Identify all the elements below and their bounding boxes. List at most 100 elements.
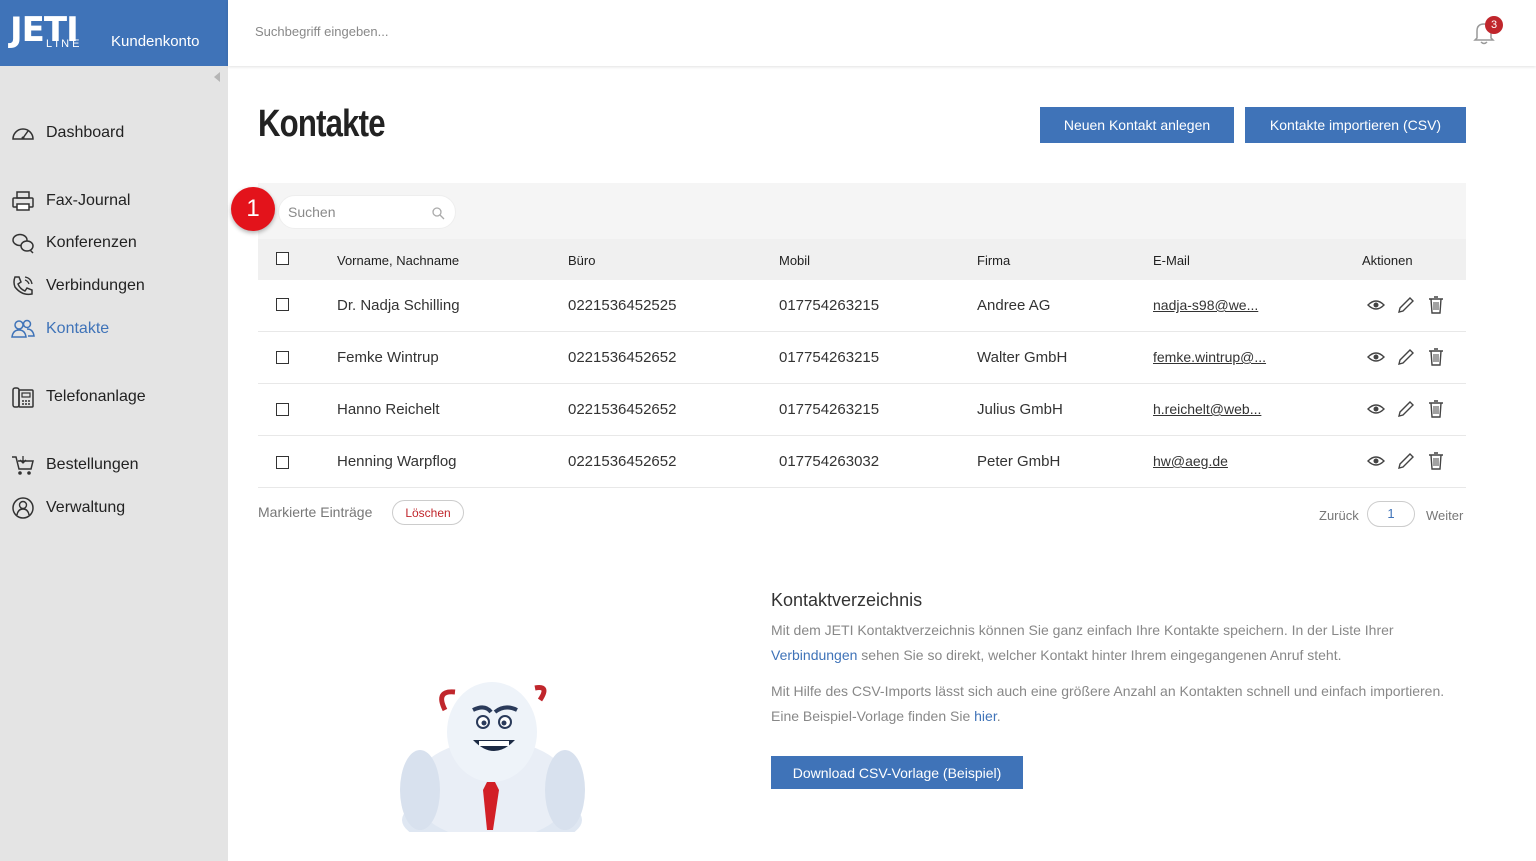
trash-icon[interactable] xyxy=(1426,295,1446,315)
desk-phone-icon xyxy=(12,387,34,408)
eye-icon[interactable] xyxy=(1366,347,1386,367)
info-paragraph-2: Mit Hilfe des CSV-Imports lässt sich auc… xyxy=(771,679,1471,729)
email-link[interactable]: hw@aeg.de xyxy=(1153,453,1228,469)
email-link[interactable]: nadja-s98@we... xyxy=(1153,297,1258,313)
column-header-actions: Aktionen xyxy=(1362,253,1413,268)
logo-subtext: LINE xyxy=(46,38,83,50)
jeti-logo: JETI LINE xyxy=(10,12,100,52)
sidebar-item-kontakte[interactable]: Kontakte xyxy=(10,316,109,342)
email-link[interactable]: femke.wintrup@... xyxy=(1153,349,1266,365)
company-name: Walter GmbH xyxy=(977,349,1068,366)
sidebar-item-konferenzen[interactable]: Konferenzen xyxy=(10,230,137,256)
pencil-icon[interactable] xyxy=(1396,399,1416,419)
column-header-mobile[interactable]: Mobil xyxy=(779,253,810,268)
top-bar: 3 xyxy=(228,0,1536,66)
office-number: 0221536452652 xyxy=(568,349,677,366)
sidebar-item-label: Bestellungen xyxy=(46,456,139,473)
table-row[interactable]: Dr. Nadja Schilling 0221536452525 017754… xyxy=(258,280,1466,332)
info-text: Mit dem JETI Kontaktverzeichnis können S… xyxy=(771,622,1394,638)
sidebar-item-verbindungen[interactable]: Verbindungen xyxy=(10,273,145,299)
table-search-input[interactable] xyxy=(288,204,428,220)
verbindungen-link[interactable]: Verbindungen xyxy=(771,647,857,663)
search-icon[interactable] xyxy=(431,206,445,220)
column-header-company[interactable]: Firma xyxy=(977,253,1010,268)
import-contacts-button[interactable]: Kontakte importieren (CSV) xyxy=(1245,107,1466,143)
sidebar-item-label: Kontakte xyxy=(46,320,110,337)
mobile-number: 017754263215 xyxy=(779,349,880,366)
mobile-number: 017754263215 xyxy=(779,297,880,314)
contact-name: Femke Wintrup xyxy=(337,349,439,366)
contact-name: Henning Warpflog xyxy=(337,453,457,470)
cart-icon xyxy=(12,456,34,475)
office-number: 0221536452652 xyxy=(568,401,677,418)
info-paragraph-1: Mit dem JETI Kontaktverzeichnis können S… xyxy=(771,618,1471,668)
contact-name: Hanno Reichelt xyxy=(337,401,440,418)
user-circle-icon xyxy=(12,497,34,519)
pencil-icon[interactable] xyxy=(1396,451,1416,471)
pager-next[interactable]: Weiter xyxy=(1426,508,1463,523)
sidebar-item-label: Telefonanlage xyxy=(46,388,146,405)
table-row[interactable]: Femke Wintrup 0221536452652 017754263215… xyxy=(258,332,1466,384)
eye-icon[interactable] xyxy=(1366,451,1386,471)
mobile-number: 017754263032 xyxy=(779,453,880,470)
page-title: Kontakte xyxy=(258,103,386,145)
global-search-input[interactable] xyxy=(255,24,555,39)
email-link[interactable]: h.reichelt@web... xyxy=(1153,401,1261,417)
table-row[interactable]: Henning Warpflog 0221536452652 017754263… xyxy=(258,436,1466,488)
sidebar-item-label: Verwaltung xyxy=(46,499,126,516)
printer-icon xyxy=(12,191,34,211)
sidebar-item-fax-journal[interactable]: Fax-Journal xyxy=(10,188,130,214)
column-header-office[interactable]: Büro xyxy=(568,253,595,268)
pencil-icon[interactable] xyxy=(1396,347,1416,367)
company-name: Andree AG xyxy=(977,297,1051,314)
table-row[interactable]: Hanno Reichelt 0221536452652 01775426321… xyxy=(258,384,1466,436)
table-header: Vorname, Nachname Büro Mobil Firma E-Mai… xyxy=(258,239,1466,280)
sidebar-item-label: Fax-Journal xyxy=(46,192,131,209)
info-text: sehen Sie so direkt, welcher Kontakt hin… xyxy=(857,647,1342,663)
row-checkbox[interactable] xyxy=(276,298,289,311)
company-name: Peter GmbH xyxy=(977,453,1061,470)
trash-icon[interactable] xyxy=(1426,451,1446,471)
table-search[interactable] xyxy=(278,195,456,229)
chat-bubbles-icon xyxy=(12,233,34,254)
notification-badge: 3 xyxy=(1485,16,1503,34)
pager-current-page[interactable]: 1 xyxy=(1367,501,1415,527)
mobile-number: 017754263215 xyxy=(779,401,880,418)
info-title: Kontaktverzeichnis xyxy=(771,590,923,610)
sidebar-item-verwaltung[interactable]: Verwaltung xyxy=(10,495,125,521)
speedometer-icon xyxy=(12,128,34,140)
trash-icon[interactable] xyxy=(1426,399,1446,419)
sidebar-item-dashboard[interactable]: Dashboard xyxy=(10,120,124,146)
select-all-checkbox[interactable] xyxy=(276,252,289,265)
row-checkbox[interactable] xyxy=(276,351,289,364)
delete-selected-button[interactable]: Löschen xyxy=(392,500,464,525)
phone-icon xyxy=(13,276,33,296)
company-name: Julius GmbH xyxy=(977,401,1063,418)
users-icon xyxy=(11,319,35,338)
step-marker-badge: 1 xyxy=(231,187,275,231)
sidebar-item-label: Dashboard xyxy=(46,124,125,141)
logo-bar[interactable]: JETI LINE Kundenkonto xyxy=(0,0,228,66)
info-text: . xyxy=(996,708,1001,724)
account-label: Kundenkonto xyxy=(111,33,200,50)
contact-name: Dr. Nadja Schilling xyxy=(337,297,460,314)
office-number: 0221536452525 xyxy=(568,297,677,314)
download-csv-template-button[interactable]: Download CSV-Vorlage (Beispiel) xyxy=(771,756,1023,789)
collapse-sidebar-icon[interactable] xyxy=(214,72,220,82)
eye-icon[interactable] xyxy=(1366,295,1386,315)
pager-prev[interactable]: Zurück xyxy=(1319,508,1359,523)
sidebar-item-telefonanlage[interactable]: Telefonanlage xyxy=(10,384,146,410)
sidebar-item-bestellungen[interactable]: Bestellungen xyxy=(10,452,139,478)
template-link[interactable]: hier xyxy=(974,708,997,724)
new-contact-button[interactable]: Neuen Kontakt anlegen xyxy=(1040,107,1234,143)
pencil-icon[interactable] xyxy=(1396,295,1416,315)
trash-icon[interactable] xyxy=(1426,347,1446,367)
row-checkbox[interactable] xyxy=(276,403,289,416)
row-checkbox[interactable] xyxy=(276,456,289,469)
column-header-email[interactable]: E-Mail xyxy=(1153,253,1190,268)
column-header-name[interactable]: Vorname, Nachname xyxy=(337,253,459,268)
info-text: Mit Hilfe des CSV-Imports lässt sich auc… xyxy=(771,683,1445,699)
office-number: 0221536452652 xyxy=(568,453,677,470)
sidebar-item-label: Verbindungen xyxy=(46,277,145,294)
eye-icon[interactable] xyxy=(1366,399,1386,419)
